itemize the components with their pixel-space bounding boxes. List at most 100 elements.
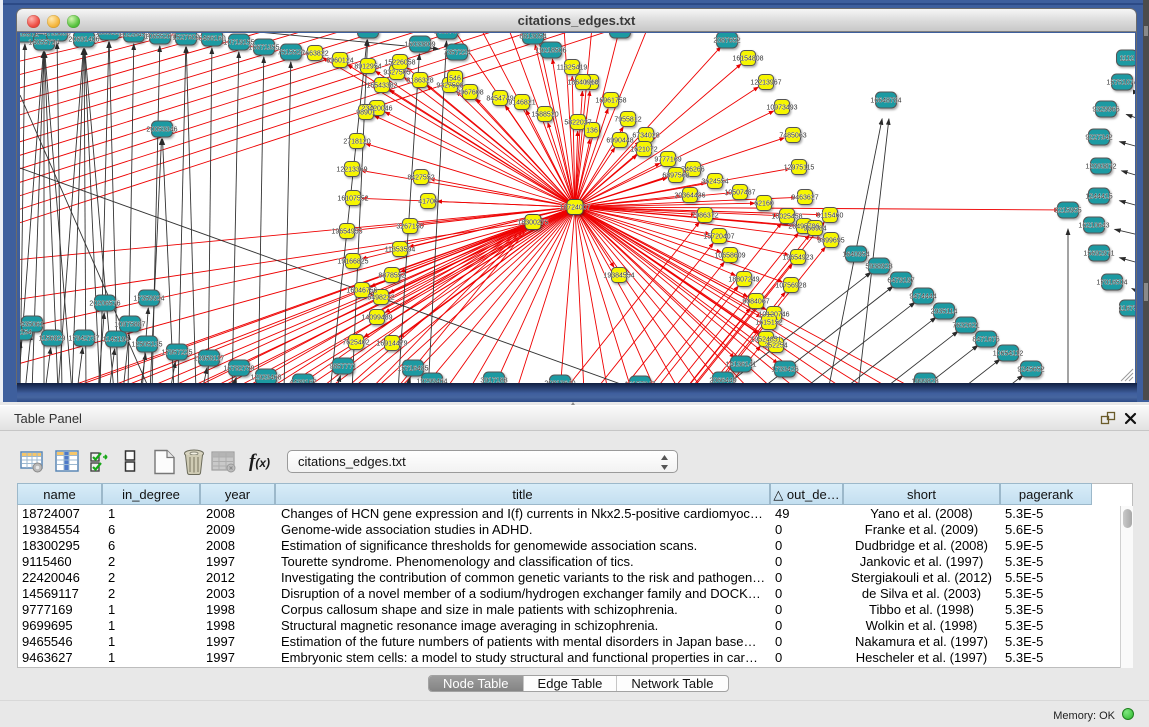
svg-text:5682115: 5682115 [607,33,634,35]
svg-text:19166825: 19166825 [337,259,368,266]
svg-text:14055724: 14055724 [28,40,59,47]
svg-text:9327508: 9327508 [436,83,463,90]
svg-text:10507487: 10507487 [724,190,755,197]
svg-text:10973493: 10973493 [766,105,797,112]
svg-text:8427552: 8427552 [407,175,434,182]
svg-text:9227342: 9227342 [1085,135,1112,142]
svg-text:16961758: 16961758 [595,98,626,105]
svg-text:16914479: 16914479 [376,341,407,348]
svg-text:18724007: 18724007 [559,205,590,212]
svg-text:16210643: 16210643 [1078,223,1109,230]
svg-text:1615152: 1615152 [755,320,782,327]
svg-text:8186328: 8186328 [406,78,433,85]
svg-text:5822037: 5822037 [564,120,591,127]
svg-text:19654923: 19654923 [782,255,813,262]
svg-text:9084067: 9084067 [742,299,769,306]
svg-text:9327505: 9327505 [383,70,410,77]
svg-text:12093872: 12093872 [1085,164,1116,171]
svg-text:966984: 966984 [803,226,826,233]
svg-text:16543382: 16543382 [366,83,397,90]
svg-text:6990448: 6990448 [606,138,633,145]
svg-text:8878552: 8878552 [378,273,405,280]
svg-text:435061: 435061 [20,322,43,329]
svg-text:10025458: 10025458 [771,214,802,221]
svg-text:15692971: 15692971 [1083,251,1114,258]
svg-text:18640910: 18640910 [567,80,598,87]
svg-text:11353594: 11353594 [385,247,416,254]
svg-text:16033809: 16033809 [404,42,435,49]
svg-text:5498222: 5498222 [367,295,394,302]
svg-text:9777169: 9777169 [654,157,681,164]
svg-text:20206576: 20206576 [89,301,120,308]
svg-text:9899695: 9899695 [817,238,844,245]
svg-text:6466160: 6466160 [198,36,225,43]
svg-text:17359924: 17359924 [133,296,164,303]
svg-text:16782759: 16782759 [223,366,254,373]
svg-text:10120746: 10120746 [758,312,789,319]
svg-text:8960124: 8960124 [326,58,353,65]
svg-text:8489709: 8489709 [433,33,460,36]
svg-text:116753: 116753 [1119,306,1135,313]
svg-text:1145194: 1145194 [103,337,130,344]
svg-text:7485063: 7485063 [779,133,806,140]
svg-text:7625402: 7625402 [342,340,369,347]
svg-text:1244415: 1244415 [1085,194,1112,201]
svg-text:6897568: 6897568 [662,173,689,180]
svg-text:14136141: 14136141 [725,362,756,369]
svg-text:19654955: 19654955 [331,229,362,236]
svg-text:2087652: 2087652 [713,38,740,45]
svg-text:1733426: 1733426 [771,367,798,374]
svg-text:2935114: 2935114 [931,309,958,316]
svg-text:9474444: 9474444 [909,294,936,301]
svg-text:9857771: 9857771 [329,364,356,371]
svg-text:12213967: 12213967 [750,80,781,87]
svg-text:7986372: 7986372 [691,213,718,220]
svg-text:1621072: 1621072 [630,147,657,154]
svg-text:9217207: 9217207 [354,33,381,35]
svg-text:17942737: 17942737 [68,336,99,343]
svg-text:8215955: 8215955 [1054,208,1081,215]
svg-text:16648784: 16648784 [870,98,901,105]
svg-text:12923468: 12923468 [250,375,281,382]
svg-text:5938923: 5938923 [865,264,892,271]
svg-text:3267150: 3267150 [396,224,423,231]
svg-text:15720407: 15720407 [703,234,734,241]
svg-text:12505135: 12505135 [131,342,162,349]
svg-text:3624554: 3624554 [701,179,728,186]
svg-text:20364436: 20364436 [674,193,705,200]
svg-text:18300275: 18300275 [517,220,548,227]
svg-text:2967608: 2967608 [456,90,483,97]
svg-text:746266: 746266 [681,167,704,174]
svg-text:9463627: 9463627 [791,195,818,202]
svg-text:12975115: 12975115 [784,165,815,172]
svg-text:1588520: 1588520 [531,112,558,119]
svg-text:1405572: 1405572 [20,33,39,39]
svg-text:9329966: 9329966 [1092,107,1119,114]
svg-text:7663822: 7663822 [301,51,328,58]
svg-text:15716485: 15716485 [397,366,428,373]
svg-text:7632621: 7632621 [952,323,979,330]
svg-text:18807249: 18807249 [728,277,759,284]
svg-text:15751074: 15751074 [1106,80,1135,87]
svg-text:1156829: 1156829 [39,336,66,343]
svg-text:10975887: 10975887 [114,322,145,329]
svg-text:16107552: 16107552 [337,196,368,203]
svg-text:11325419: 11325419 [557,65,588,72]
svg-text:8471676: 8471676 [972,337,999,344]
svg-text:19384554: 19384554 [603,273,634,280]
svg-text:9245652: 9245652 [1017,367,1044,374]
svg-text:10658609: 10658609 [714,253,745,260]
svg-text:12213369: 12213369 [336,167,367,174]
svg-text:19218506: 19218506 [535,48,566,55]
svg-text:17016504: 17016504 [1096,280,1127,287]
svg-text:62160: 62160 [754,201,774,208]
svg-text:6734028: 6734028 [632,133,659,140]
svg-text:4735650: 4735650 [43,33,70,38]
svg-text:8813054: 8813054 [519,34,546,41]
svg-text:16046756: 16046756 [346,288,377,295]
svg-text:10958117: 10958117 [194,356,225,363]
svg-text:14099489: 14099489 [361,315,392,322]
svg-text:98901: 98901 [356,110,376,117]
svg-text:8912954: 8912954 [354,64,381,71]
svg-text:15226058: 15226058 [384,60,415,67]
